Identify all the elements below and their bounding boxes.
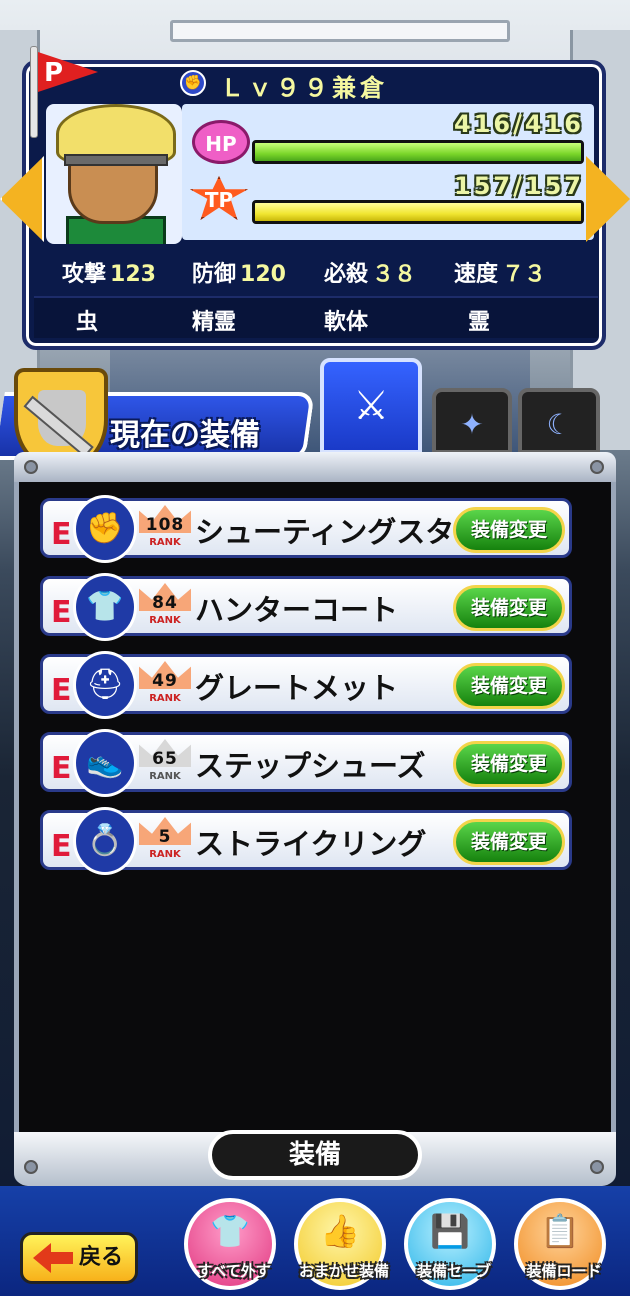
tab-skills[interactable]: ✦ [432, 388, 512, 454]
unequip-all-button[interactable]: 👕 すべて外す [184, 1198, 276, 1290]
rank-number: 84 [152, 593, 178, 613]
tp-bar-fill [255, 203, 581, 221]
change-equipment-button[interactable]: 装備変更 [453, 663, 565, 709]
change-equipment-button[interactable]: 装備変更 [453, 819, 565, 865]
stat-attack: 攻撃 123 [62, 262, 156, 287]
auto-equip-label: おまかせ装備 [298, 1262, 389, 1280]
hp-value: 416/416 [454, 110, 584, 138]
rank-badge: 108 RANK [139, 503, 191, 557]
thumbs-up-icon: 👍 [320, 1212, 360, 1250]
screw-icon [24, 1160, 38, 1174]
change-equipment-button[interactable]: 装備変更 [453, 585, 565, 631]
back-button[interactable]: 戻る [20, 1232, 138, 1284]
hp-bar [252, 140, 584, 164]
tp-value: 157/157 [454, 172, 584, 200]
equipment-name: グレートメット [195, 671, 399, 705]
flag-letter: P [44, 58, 64, 88]
tab-other[interactable]: ☾ [518, 388, 600, 454]
grade-label: E [51, 595, 72, 630]
grade-label: E [51, 517, 72, 552]
ring-icon: 💍 [73, 807, 137, 875]
rank-label: RANK [149, 537, 181, 548]
rank-label: RANK [149, 693, 181, 704]
change-equipment-button[interactable]: 装備変更 [453, 507, 565, 553]
stat-defense: 防御 120 [192, 262, 286, 287]
sparkle-icon: ✦ [460, 408, 484, 441]
equipment-name: シューティングスター [195, 515, 484, 549]
tp-bar [252, 200, 584, 224]
equip-label: 装備 [208, 1130, 422, 1180]
change-equipment-button[interactable]: 装備変更 [453, 741, 565, 787]
unequip-all-label: すべて外す [197, 1262, 271, 1280]
rank-label: RANK [149, 849, 181, 860]
fist-icon: ✊ [180, 70, 206, 96]
screw-icon [590, 460, 604, 474]
screw-icon [590, 1160, 604, 1174]
character-name: 兼倉 [332, 74, 388, 102]
equipment-row: E 👟 65 RANK ステップシューズ 装備変更 [40, 729, 572, 797]
crescent-icon: ☾ [546, 408, 572, 441]
stats-row: 攻撃 123 防御 120 必殺 ３８ 速度 ７３ [34, 252, 598, 294]
hp-badge: HP [192, 120, 250, 164]
rank-label: RANK [149, 615, 181, 626]
type-0: 虫 [76, 310, 99, 335]
grade-label: E [51, 673, 72, 708]
type-2: 軟体 [324, 310, 369, 335]
type-1: 精霊 [192, 310, 237, 335]
back-label: 戻る [78, 1245, 123, 1270]
rank-badge: 5 RANK [139, 815, 191, 869]
screw-icon [24, 460, 38, 474]
character-portrait [46, 104, 182, 244]
shoe-icon: 👟 [73, 729, 137, 797]
rank-badge: 49 RANK [139, 659, 191, 713]
stat-special: 必殺 ３８ [324, 262, 417, 287]
flag-pole [30, 46, 38, 138]
ceiling-light [170, 20, 510, 42]
types-row: 虫 精霊 軟体 霊 [34, 296, 598, 338]
unequip-icon: 👕 [210, 1212, 250, 1250]
rank-number: 65 [152, 749, 178, 769]
rank-badge: 65 RANK [139, 737, 191, 791]
equipment-row: E 👕 84 RANK ハンターコート 装備変更 [40, 573, 572, 641]
level-name: Ｌｖ９９兼倉 [220, 74, 388, 102]
equipment-row: E ⛑ 49 RANK グレートメット 装備変更 [40, 651, 572, 719]
helmet-icon: ⛑ [73, 651, 137, 719]
equipment-name: ストライクリング [195, 827, 427, 861]
rank-badge: 84 RANK [139, 581, 191, 635]
save-equipment-button[interactable]: 💾 装備セーブ [404, 1198, 496, 1290]
rank-number: 108 [145, 515, 185, 535]
equipment-name: ステップシューズ [195, 749, 426, 783]
rank-label: RANK [149, 771, 181, 782]
stat-speed: 速度 ７３ [454, 262, 547, 287]
shirt-icon: 👕 [73, 573, 137, 641]
hp-bar-fill [255, 143, 581, 161]
rank-number: 5 [158, 827, 172, 847]
auto-equip-button[interactable]: 👍 おまかせ装備 [294, 1198, 389, 1290]
equipment-row: E 💍 5 RANK ストライクリング 装備変更 [40, 807, 572, 875]
type-3: 霊 [468, 310, 491, 335]
tab-equipment[interactable]: ⚔ [320, 358, 422, 454]
equipment-name: ハンターコート [195, 593, 399, 627]
save-equipment-label: 装備セーブ [416, 1262, 492, 1280]
section-title: 現在の装備 [110, 418, 260, 453]
panel-top-trim [14, 452, 616, 482]
load-equipment-button[interactable]: 📋 装備ロード [514, 1198, 606, 1290]
knuckle-icon: ✊ [73, 495, 137, 563]
back-arrow-icon [33, 1243, 73, 1273]
grade-label: E [51, 751, 72, 786]
load-icon: 📋 [540, 1212, 580, 1250]
load-equipment-label: 装備ロード [526, 1262, 602, 1280]
save-icon: 💾 [430, 1212, 470, 1250]
rank-number: 49 [152, 671, 178, 691]
shirt-sword-icon: ⚔ [353, 383, 389, 429]
grade-label: E [51, 829, 72, 864]
equipment-row: E ✊ 108 RANK シューティングスター 装備変更 [40, 495, 572, 563]
